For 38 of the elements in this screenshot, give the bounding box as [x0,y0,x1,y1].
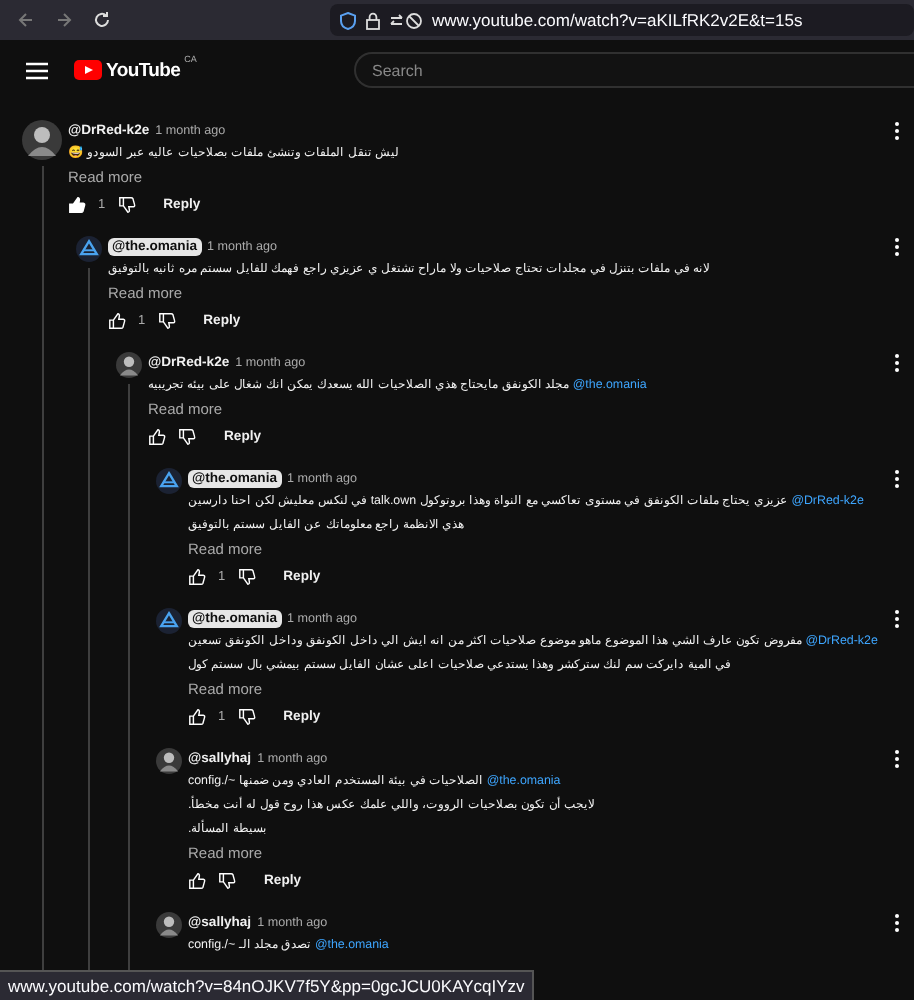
permissions-icon[interactable] [390,11,422,29]
thumbs-up-icon[interactable] [108,312,126,330]
more-options-icon[interactable] [894,914,900,932]
more-options-icon[interactable] [894,354,900,372]
status-url: www.youtube.com/watch?v=84nOJKV7f5Y&pp=0gcJCU0KAYcqIYzv [0,970,535,1000]
more-options-icon[interactable] [894,238,900,256]
search-field[interactable]: Search [354,52,914,88]
back-icon[interactable] [16,10,36,30]
avatar-figure-icon [155,912,181,938]
thumbs-down-icon[interactable] [218,872,236,890]
menu-icon[interactable] [26,61,48,79]
thumbs-up-icon[interactable] [188,568,206,586]
more-options-icon[interactable] [894,610,900,628]
reload-icon[interactable] [92,10,112,30]
triangle-logo-icon [75,236,101,262]
thumbs-down-icon[interactable] [157,312,176,330]
more-options-icon[interactable] [894,122,900,140]
more-options-icon[interactable] [894,750,900,768]
avatar-figure-icon [115,352,141,378]
thumbs-up-icon[interactable] [148,428,166,446]
avatar-figure-icon [155,748,181,774]
more-options-icon[interactable] [894,470,900,488]
logo-text[interactable]: YouTube [106,59,181,81]
thumbs-down-icon[interactable] [178,428,196,446]
play-logo-icon[interactable] [74,60,102,80]
avatar-figure-icon [22,120,62,160]
thumbs-down-icon[interactable] [237,708,256,726]
thumbs-up-icon[interactable] [188,872,206,890]
address-bar[interactable]: www.youtube.com/watch?v=aKILfRK2v2E&t=15s [330,4,914,36]
lock-icon[interactable] [366,11,380,29]
triangle-logo-icon [155,608,181,634]
thumbs-up-icon[interactable] [188,708,206,726]
forward-icon[interactable] [54,10,74,30]
thumbs-down-icon[interactable] [237,568,256,586]
thumbs-up-icon[interactable] [68,196,86,214]
shield-icon[interactable] [340,11,356,29]
thumbs-down-icon[interactable] [117,196,136,214]
triangle-logo-icon [155,468,181,494]
